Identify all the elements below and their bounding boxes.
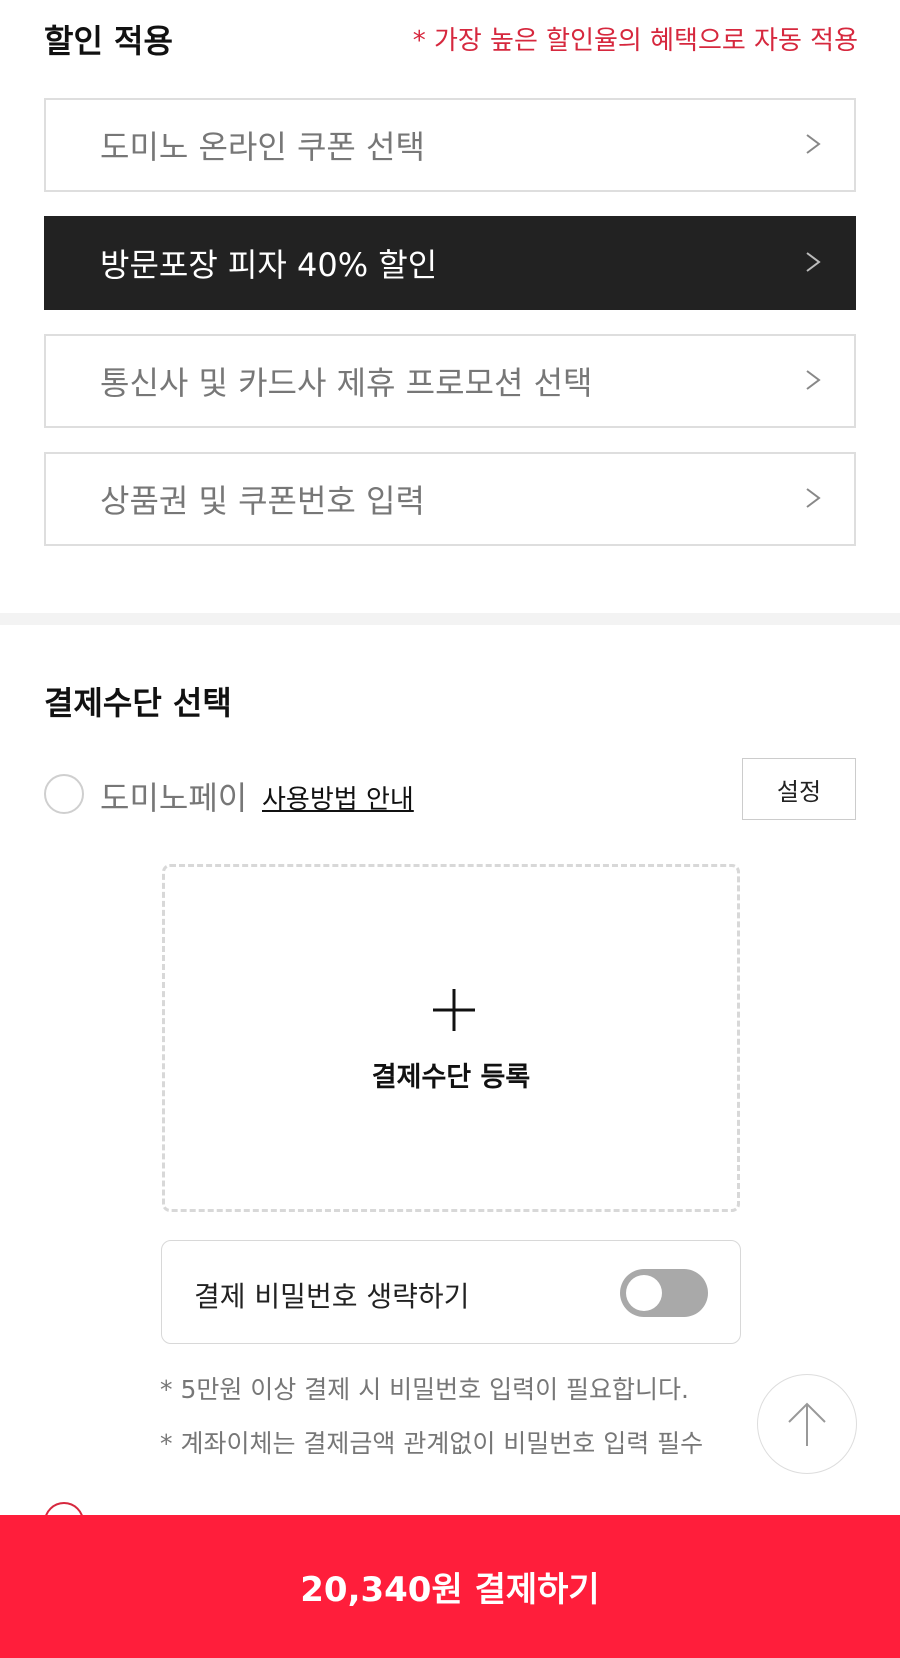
- chevron-right-icon: [806, 370, 821, 390]
- discount-option-voucher-code[interactable]: 상품권 및 쿠폰번호 입력: [44, 452, 856, 546]
- add-payment-method-label: 결제수단 등록: [371, 1062, 531, 1093]
- add-payment-method-card[interactable]: 결제수단 등록: [162, 864, 740, 1212]
- skip-password-toggle[interactable]: [620, 1269, 708, 1317]
- discount-option-online-coupon[interactable]: 도미노 온라인 쿠폰 선택: [44, 98, 856, 192]
- arrow-up-icon: [788, 1402, 826, 1446]
- chevron-right-icon: [806, 134, 821, 154]
- scroll-to-top-button[interactable]: [757, 1374, 857, 1474]
- section-divider: [0, 613, 900, 625]
- dominopay-radio[interactable]: [44, 774, 84, 814]
- chevron-right-icon: [806, 252, 821, 272]
- discount-section-title: 할인 적용: [44, 22, 173, 60]
- dominopay-label: 도미노페이: [100, 779, 248, 817]
- skip-password-row: 결제 비밀번호 생략하기: [161, 1240, 741, 1344]
- checkout-button[interactable]: 20,340원 결제하기: [0, 1515, 900, 1658]
- discount-auto-apply-notice: * 가장 높은 할인율의 혜택으로 자동 적용: [412, 26, 858, 56]
- bank-transfer-note: * 계좌이체는 결제금액 관계없이 비밀번호 입력 필수: [160, 1429, 704, 1458]
- chevron-right-icon: [806, 488, 821, 508]
- payment-section-title: 결제수단 선택: [44, 684, 232, 722]
- toggle-knob: [626, 1275, 662, 1311]
- dominopay-settings-button[interactable]: 설정: [742, 758, 856, 820]
- dominopay-guide-link[interactable]: 사용방법 안내: [262, 779, 414, 816]
- discount-option-label: 상품권 및 쿠폰번호 입력: [100, 482, 425, 520]
- discount-option-label: 도미노 온라인 쿠폰 선택: [100, 128, 425, 166]
- plus-icon: [433, 989, 475, 1031]
- discount-option-label: 통신사 및 카드사 제휴 프로모션 선택: [100, 364, 593, 402]
- password-required-note: * 5만원 이상 결제 시 비밀번호 입력이 필요합니다.: [160, 1375, 689, 1404]
- discount-option-partner-promotion[interactable]: 통신사 및 카드사 제휴 프로모션 선택: [44, 334, 856, 428]
- skip-password-label: 결제 비밀번호 생략하기: [194, 1280, 470, 1313]
- discount-option-label: 방문포장 피자 40% 할인: [100, 246, 438, 284]
- discount-option-takeout-40[interactable]: 방문포장 피자 40% 할인: [44, 216, 856, 310]
